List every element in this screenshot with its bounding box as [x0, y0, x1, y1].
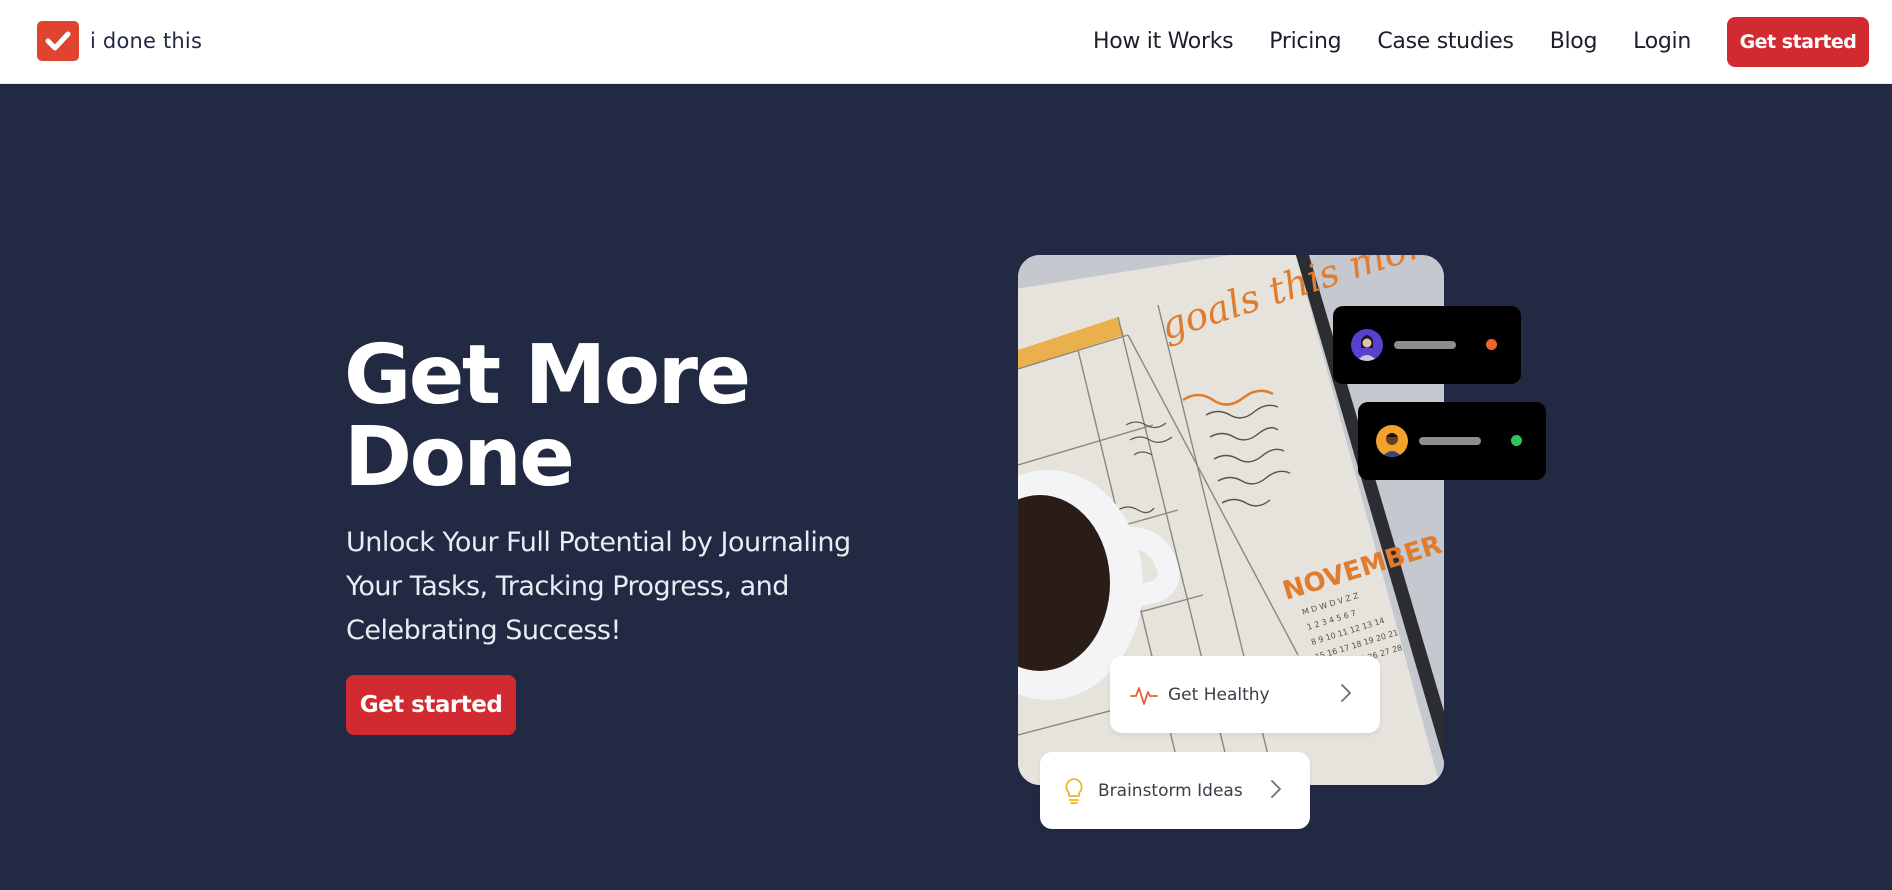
- get-started-nav-button[interactable]: Get started: [1727, 16, 1869, 67]
- hero-title: Get More Done: [344, 335, 884, 499]
- nav-link-login[interactable]: Login: [1633, 29, 1691, 54]
- hero-title-line2: Done: [344, 410, 575, 505]
- site-header: i done this How it Works Pricing Case st…: [0, 0, 1892, 84]
- user-status-card: [1333, 306, 1521, 384]
- nav-link-how-it-works[interactable]: How it Works: [1093, 29, 1234, 54]
- chevron-right-icon: [1270, 779, 1282, 803]
- check-icon: [37, 21, 79, 61]
- status-dot: [1511, 435, 1522, 446]
- hero-subtitle: Unlock Your Full Potential by Journaling…: [346, 527, 851, 646]
- hero-title-line1: Get More: [344, 328, 751, 423]
- nav-link-pricing[interactable]: Pricing: [1269, 29, 1341, 54]
- nav-link-case-studies[interactable]: Case studies: [1377, 29, 1514, 54]
- user-status-card: [1358, 402, 1546, 480]
- nav-link-blog[interactable]: Blog: [1550, 29, 1598, 54]
- name-placeholder-bar: [1394, 341, 1456, 349]
- avatar: [1351, 329, 1383, 361]
- task-label: Brainstorm Ideas: [1098, 780, 1243, 801]
- main-nav: How it Works Pricing Case studies Blog L…: [1093, 16, 1869, 67]
- chevron-right-icon: [1340, 683, 1352, 707]
- brand-name: i done this: [90, 29, 203, 53]
- get-started-hero-button[interactable]: Get started: [346, 675, 516, 735]
- name-placeholder-bar: [1419, 437, 1481, 445]
- lightbulb-icon: [1060, 777, 1088, 805]
- task-label: Get Healthy: [1168, 684, 1270, 705]
- status-dot: [1486, 339, 1497, 350]
- logo[interactable]: i done this: [37, 21, 202, 61]
- task-card-brainstorm-ideas[interactable]: Brainstorm Ideas: [1040, 752, 1310, 829]
- task-card-get-healthy[interactable]: Get Healthy: [1110, 656, 1380, 733]
- pulse-icon: [1130, 681, 1158, 709]
- avatar: [1376, 425, 1408, 457]
